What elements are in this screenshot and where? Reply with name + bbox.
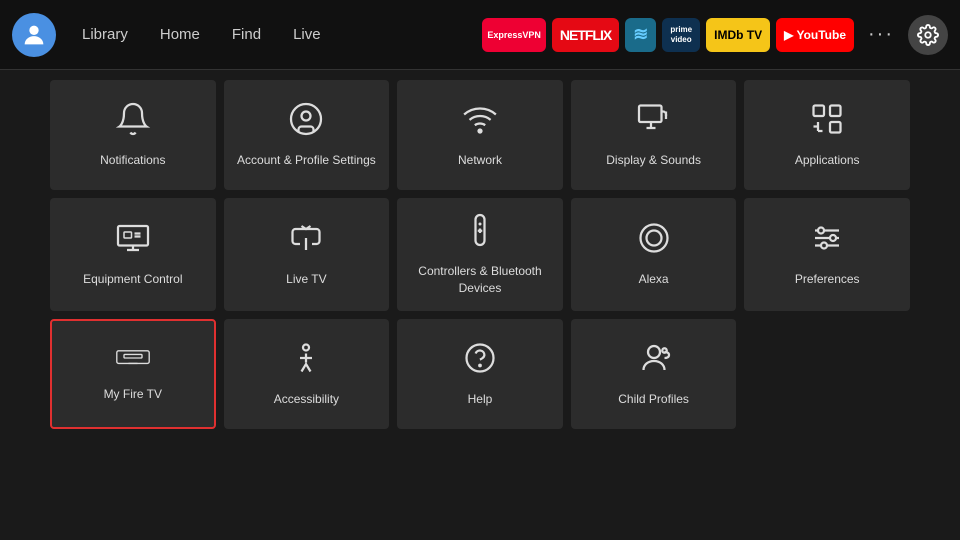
question-icon [462,340,498,381]
app-freevee[interactable]: ≋ [625,18,656,52]
grid-item-account-profile[interactable]: Account & Profile Settings [224,80,390,190]
settings-grid: Notifications Account & Profile Settings [50,80,910,429]
nav-links: Library Home Find Live [68,20,335,49]
nav-live[interactable]: Live [279,20,335,49]
child-profiles-label: Child Profiles [618,391,689,408]
antenna-icon [288,220,324,261]
app-primevideo[interactable]: primevideo [662,18,700,52]
grid-item-help[interactable]: Help [397,319,563,429]
settings-main: Notifications Account & Profile Settings [0,70,960,439]
grid-item-controllers-bluetooth[interactable]: Controllers & Bluetooth Devices [397,198,563,311]
preferences-label: Preferences [795,271,860,288]
notifications-label: Notifications [100,152,165,169]
app-expressvpn[interactable]: ExpressVPN [482,18,546,52]
fire-tv-icon [115,345,151,376]
controllers-bluetooth-label: Controllers & Bluetooth Devices [407,263,553,297]
bell-icon [115,101,151,142]
nav-home[interactable]: Home [146,20,214,49]
alexa-label: Alexa [639,271,669,288]
sliders-icon [809,220,845,261]
display-sounds-label: Display & Sounds [606,152,701,169]
grid-item-my-fire-tv[interactable]: My Fire TV [50,319,216,429]
settings-button[interactable] [908,15,948,55]
user-circle-icon [288,101,324,142]
grid-item-preferences[interactable]: Preferences [744,198,910,311]
grid-item-display-sounds[interactable]: Display & Sounds [571,80,737,190]
grid-item-equipment-control[interactable]: Equipment Control [50,198,216,311]
app-imdb[interactable]: IMDb TV [706,18,770,52]
grid-item-alexa[interactable]: Alexa [571,198,737,311]
alexa-icon [636,220,672,261]
applications-label: Applications [795,152,860,169]
user-avatar[interactable] [12,13,56,57]
monitor-sound-icon [636,101,672,142]
person-accessible-icon [288,340,324,381]
live-tv-label: Live TV [286,271,326,288]
equipment-control-label: Equipment Control [83,271,182,288]
help-label: Help [468,391,493,408]
nav-library[interactable]: Library [68,20,142,49]
child-profile-icon [636,340,672,381]
grid-item-network[interactable]: Network [397,80,563,190]
nav-find[interactable]: Find [218,20,275,49]
top-navigation: Library Home Find Live ExpressVPN NETFLI… [0,0,960,70]
more-apps-button[interactable]: ··· [862,23,900,46]
grid-item-live-tv[interactable]: Live TV [224,198,390,311]
remote-icon [462,212,498,253]
grid-item-notifications[interactable]: Notifications [50,80,216,190]
grid-item-applications[interactable]: Applications [744,80,910,190]
app-netflix[interactable]: NETFLIX [552,18,619,52]
account-profile-label: Account & Profile Settings [237,152,376,169]
grid-item-accessibility[interactable]: Accessibility [224,319,390,429]
network-label: Network [458,152,502,169]
wifi-icon [462,101,498,142]
app-shortcuts: ExpressVPN NETFLIX ≋ primevideo IMDb TV … [482,18,854,52]
grid-item-child-profiles[interactable]: Child Profiles [571,319,737,429]
accessibility-label: Accessibility [274,391,339,408]
app-youtube[interactable]: ▶ YouTube [776,18,854,52]
apps-icon [809,101,845,142]
my-fire-tv-label: My Fire TV [104,386,162,403]
monitor-desk-icon [115,220,151,261]
